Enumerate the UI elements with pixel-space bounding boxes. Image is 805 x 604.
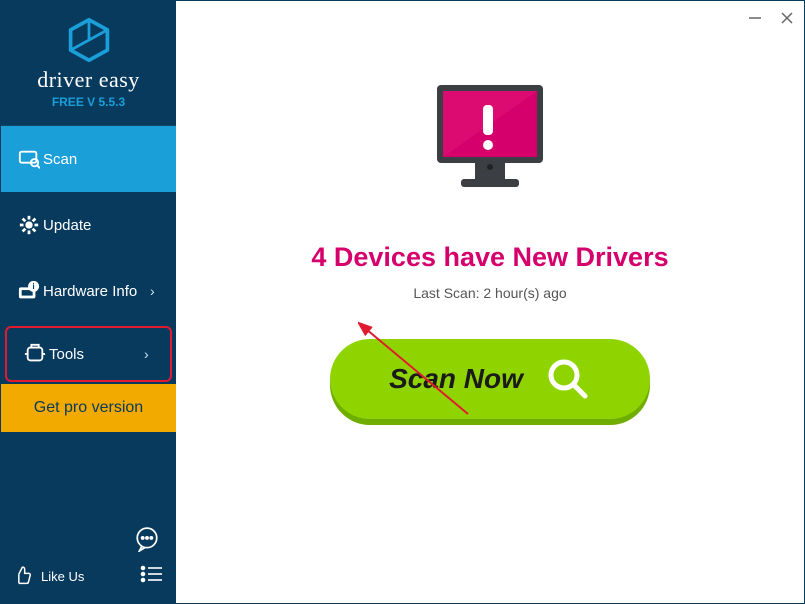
sidebar-item-label: Tools <box>49 346 144 363</box>
like-us-button[interactable]: Like Us <box>13 565 84 588</box>
hardware-info-icon: i <box>15 280 43 302</box>
scan-now-button[interactable]: Scan Now <box>330 339 650 419</box>
tools-icon <box>21 343 49 365</box>
minimize-button[interactable] <box>744 7 766 29</box>
menu-list-icon[interactable] <box>140 564 164 589</box>
brand-version: FREE V 5.5.3 <box>52 95 125 109</box>
sidebar-item-hardware-info[interactable]: i Hardware Info › <box>1 258 176 324</box>
thumbs-up-icon <box>13 565 33 588</box>
brand-name: driver easy <box>37 67 140 93</box>
brand-logo-icon <box>66 17 112 63</box>
get-pro-button[interactable]: Get pro version <box>1 384 176 432</box>
sidebar-item-scan[interactable]: Scan <box>1 126 176 192</box>
sidebar-item-tools[interactable]: Tools › <box>5 326 172 382</box>
main-panel: 4 Devices have New Drivers Last Scan: 2 … <box>176 1 804 603</box>
sidebar-item-label: Scan <box>43 151 162 168</box>
get-pro-label: Get pro version <box>34 399 143 417</box>
sidebar-item-label: Hardware Info <box>43 283 150 300</box>
chevron-right-icon: › <box>144 346 156 362</box>
brand-block: driver easy FREE V 5.5.3 <box>1 1 176 126</box>
window-controls <box>744 7 798 29</box>
update-icon <box>15 214 43 236</box>
headline-text: 4 Devices have New Drivers <box>311 242 668 273</box>
monitor-alert-icon <box>425 79 555 214</box>
sidebar-nav: Scan Update <box>1 126 176 384</box>
feedback-icon[interactable] <box>134 526 160 557</box>
sidebar: driver easy FREE V 5.5.3 Scan <box>1 1 176 603</box>
close-button[interactable] <box>776 7 798 29</box>
last-scan-text: Last Scan: 2 hour(s) ago <box>413 285 566 301</box>
sidebar-item-update[interactable]: Update <box>1 192 176 258</box>
scan-icon <box>15 148 43 170</box>
chevron-right-icon: › <box>150 283 162 299</box>
svg-text:i: i <box>32 282 34 291</box>
sidebar-bottom: Like Us <box>1 554 176 603</box>
app-window: driver easy FREE V 5.5.3 Scan <box>0 0 805 604</box>
sidebar-item-label: Update <box>43 217 162 234</box>
like-us-label: Like Us <box>41 569 84 584</box>
scan-now-label: Scan Now <box>389 363 523 395</box>
search-icon <box>545 356 591 402</box>
